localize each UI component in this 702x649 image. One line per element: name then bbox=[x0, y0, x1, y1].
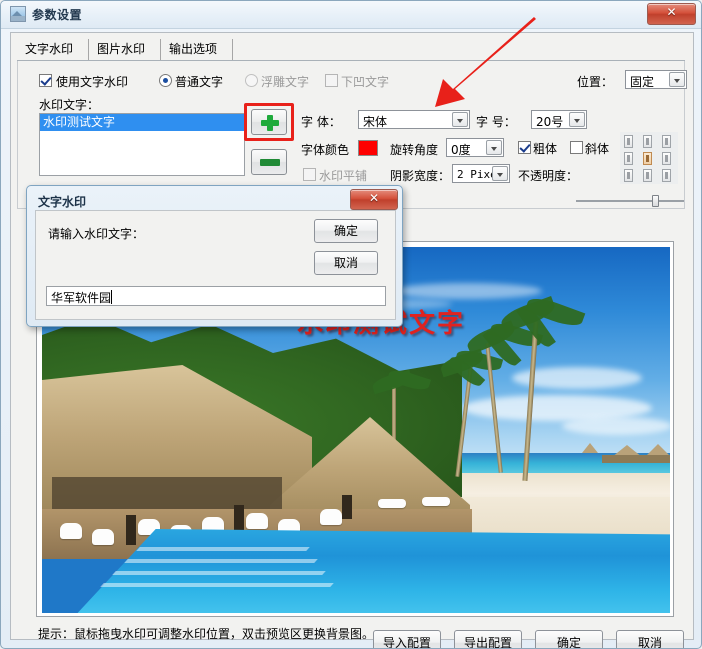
import-config-button[interactable]: 导入配置 bbox=[373, 630, 441, 648]
tab-strip: 文字水印 图片水印 输出选项 bbox=[17, 39, 685, 61]
emboss-text-radio[interactable] bbox=[245, 74, 258, 87]
position-value: 固定 bbox=[630, 75, 655, 89]
align-cell-middle-center[interactable] bbox=[643, 152, 652, 165]
slider-thumb[interactable] bbox=[652, 195, 659, 207]
normal-text-label: 普通文字 bbox=[175, 75, 224, 89]
parameter-settings-window: 参数设置 ✕ 文字水印 图片水印 输出选项 使用文字水印 普通文字 浮雕文字 下… bbox=[0, 0, 702, 649]
title-bar: 参数设置 ✕ bbox=[1, 1, 701, 29]
bold-checkbox[interactable] bbox=[518, 141, 531, 154]
italic-label: 斜体 bbox=[585, 142, 610, 156]
add-watermark-button[interactable] bbox=[251, 109, 287, 135]
text-caret bbox=[111, 290, 112, 304]
font-size-select[interactable]: 20号 bbox=[531, 110, 587, 129]
plus-icon bbox=[261, 115, 279, 131]
font-family-label: 字 体： bbox=[301, 115, 341, 129]
watermark-text-input[interactable]: 华军软件园 bbox=[46, 286, 386, 306]
align-cell-bottom-center[interactable] bbox=[643, 169, 652, 182]
font-family-value: 宋体 bbox=[363, 115, 388, 129]
chevron-down-icon bbox=[669, 72, 685, 87]
remove-watermark-button[interactable] bbox=[251, 149, 287, 175]
minus-icon bbox=[260, 159, 280, 166]
tile-watermark-checkbox[interactable] bbox=[303, 168, 316, 181]
position-label: 位置： bbox=[577, 75, 614, 89]
align-cell-bottom-left[interactable] bbox=[624, 169, 633, 182]
use-text-watermark-label: 使用文字水印 bbox=[56, 75, 129, 89]
rotation-value: 0度 bbox=[451, 143, 471, 157]
picture-icon bbox=[10, 6, 26, 22]
slider-track bbox=[576, 200, 684, 202]
watermark-list[interactable]: 水印测试文字 bbox=[39, 113, 245, 176]
chevron-down-icon bbox=[486, 140, 502, 155]
dialog-prompt: 请输入水印文字： bbox=[48, 227, 145, 241]
font-color-label: 字体颜色 bbox=[301, 143, 350, 157]
dialog-title: 文字水印 bbox=[38, 195, 87, 209]
engrave-text-label: 下凹文字 bbox=[341, 75, 390, 89]
watermark-text-input-value: 华军软件园 bbox=[51, 291, 112, 305]
window-title: 参数设置 bbox=[32, 8, 83, 22]
main-panel: 文字水印 图片水印 输出选项 使用文字水印 普通文字 浮雕文字 下凹文字 位置：… bbox=[10, 32, 694, 648]
rotation-select[interactable]: 0度 bbox=[446, 138, 504, 157]
font-family-select[interactable]: 宋体 bbox=[358, 110, 470, 129]
align-cell-middle-right[interactable] bbox=[662, 152, 671, 165]
emboss-text-label: 浮雕文字 bbox=[261, 75, 310, 89]
chevron-down-icon bbox=[492, 166, 508, 181]
dialog-cancel-button[interactable]: 取消 bbox=[314, 251, 378, 275]
chevron-down-icon bbox=[452, 112, 468, 127]
dialog-ok-button[interactable]: 确定 bbox=[314, 219, 378, 243]
opacity-slider[interactable] bbox=[576, 195, 684, 207]
red-arrow-annotation bbox=[435, 17, 536, 107]
export-config-button[interactable]: 导出配置 bbox=[454, 630, 522, 648]
shadow-width-label: 阴影宽度： bbox=[390, 169, 451, 183]
font-color-swatch[interactable] bbox=[358, 140, 378, 156]
dialog-body: 请输入水印文字： 确定 取消 华军软件园 bbox=[35, 210, 396, 320]
hint-text: 提示：鼠标拖曳水印可调整水印位置，双击预览区更换背景图。 bbox=[38, 627, 375, 641]
align-cell-top-center[interactable] bbox=[643, 135, 652, 148]
tab-text-watermark[interactable]: 文字水印 bbox=[17, 39, 89, 60]
text-watermark-dialog: 文字水印 ✕ 请输入水印文字： 确定 取消 华军软件园 bbox=[26, 185, 403, 327]
close-icon: ✕ bbox=[368, 191, 380, 205]
align-cell-bottom-right[interactable] bbox=[662, 169, 671, 182]
tile-watermark-label: 水印平铺 bbox=[319, 169, 368, 183]
rotation-label: 旋转角度 bbox=[390, 143, 439, 157]
cancel-button[interactable]: 取消 bbox=[616, 630, 684, 648]
tab-output-options[interactable]: 输出选项 bbox=[161, 39, 233, 60]
dialog-close-button[interactable]: ✕ bbox=[350, 189, 398, 210]
chevron-down-icon bbox=[569, 112, 585, 127]
alignment-grid[interactable] bbox=[620, 132, 678, 184]
position-select[interactable]: 固定 bbox=[625, 70, 687, 89]
watermark-text-label: 水印文字： bbox=[39, 98, 100, 112]
align-cell-middle-left[interactable] bbox=[624, 152, 633, 165]
engrave-text-checkbox[interactable] bbox=[325, 74, 338, 87]
ok-button[interactable]: 确定 bbox=[535, 630, 603, 648]
list-item[interactable]: 水印测试文字 bbox=[40, 114, 244, 131]
close-icon: ✕ bbox=[666, 5, 677, 19]
tab-image-watermark[interactable]: 图片水印 bbox=[89, 39, 161, 60]
shadow-width-select[interactable]: 2 Pixel bbox=[452, 164, 510, 183]
align-cell-top-left[interactable] bbox=[624, 135, 633, 148]
font-size-label: 字 号： bbox=[476, 115, 516, 129]
italic-checkbox[interactable] bbox=[570, 141, 583, 154]
bold-label: 粗体 bbox=[533, 142, 558, 156]
font-size-value: 20号 bbox=[536, 115, 564, 129]
use-text-watermark-checkbox[interactable] bbox=[39, 74, 52, 87]
opacity-label: 不透明度： bbox=[518, 169, 579, 183]
normal-text-radio[interactable] bbox=[159, 74, 172, 87]
align-cell-top-right[interactable] bbox=[662, 135, 671, 148]
window-close-button[interactable]: ✕ bbox=[647, 3, 696, 25]
